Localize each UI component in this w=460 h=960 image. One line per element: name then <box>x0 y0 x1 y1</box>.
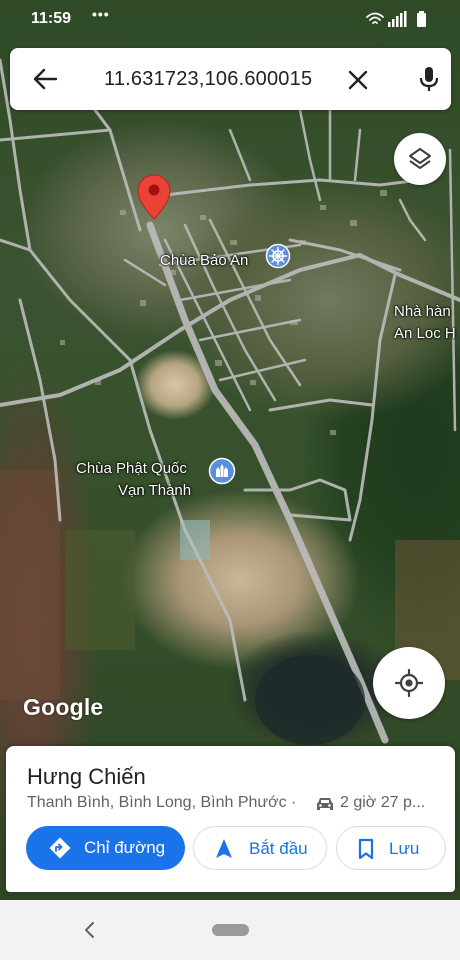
save-button[interactable]: Lưu <box>336 826 446 870</box>
map-label-restaurant-line1[interactable]: Nhà hàn <box>394 303 451 321</box>
car-icon <box>317 798 333 810</box>
map-label-temple-2-line2[interactable]: Vạn Thành <box>118 482 191 500</box>
microphone-icon[interactable] <box>415 65 443 93</box>
google-logo: Google <box>23 694 104 720</box>
layers-icon <box>409 148 431 169</box>
map-label-restaurant-line2[interactable]: An Loc H <box>394 325 456 343</box>
save-label: Lưu <box>389 839 420 858</box>
travel-duration: 2 giờ 27 p... <box>340 794 426 811</box>
bookmark-icon <box>358 838 374 860</box>
start-label: Bắt đầu <box>249 839 308 858</box>
close-icon[interactable] <box>346 68 370 92</box>
home-pill[interactable] <box>212 924 249 936</box>
layers-button[interactable] <box>394 133 446 185</box>
search-bar[interactable]: 11.631723,106.600015 <box>10 48 451 110</box>
status-time: 11:59 <box>31 10 72 27</box>
map-label-temple-2-line1[interactable]: Chùa Phật Quốc <box>76 460 187 478</box>
place-name: Hưng Chiến <box>27 764 146 789</box>
notification-dots: ••• <box>92 6 110 22</box>
place-card[interactable]: Hưng Chiến Thanh Bình, Bình Long, Bình P… <box>6 746 455 892</box>
my-location-button[interactable] <box>373 647 445 719</box>
directions-icon <box>49 837 71 859</box>
battery-icon <box>417 11 426 27</box>
search-input[interactable]: 11.631723,106.600015 <box>104 68 312 91</box>
temple-poi-icon[interactable] <box>265 243 291 269</box>
back-arrow-icon[interactable] <box>32 67 58 91</box>
pagoda-poi-icon[interactable] <box>208 457 236 485</box>
nav-back-icon[interactable] <box>82 921 98 939</box>
crosshair-icon <box>395 669 423 697</box>
wifi-icon <box>366 12 384 24</box>
map-label-temple-1[interactable]: Chùa Bảo An <box>160 252 248 270</box>
signal-icon <box>388 11 407 27</box>
status-icons <box>366 11 426 27</box>
start-button[interactable]: Bắt đầu <box>193 826 327 870</box>
directions-label: Chỉ đường <box>84 838 166 857</box>
navigation-arrow-icon <box>216 839 232 858</box>
location-pin-icon[interactable] <box>136 173 172 221</box>
place-address: Thanh Bình, Bình Long, Bình Phước · <box>27 794 297 811</box>
system-nav-bar <box>0 900 460 960</box>
directions-button[interactable]: Chỉ đường <box>26 826 185 870</box>
status-bar: 11:59 ••• <box>0 0 460 38</box>
